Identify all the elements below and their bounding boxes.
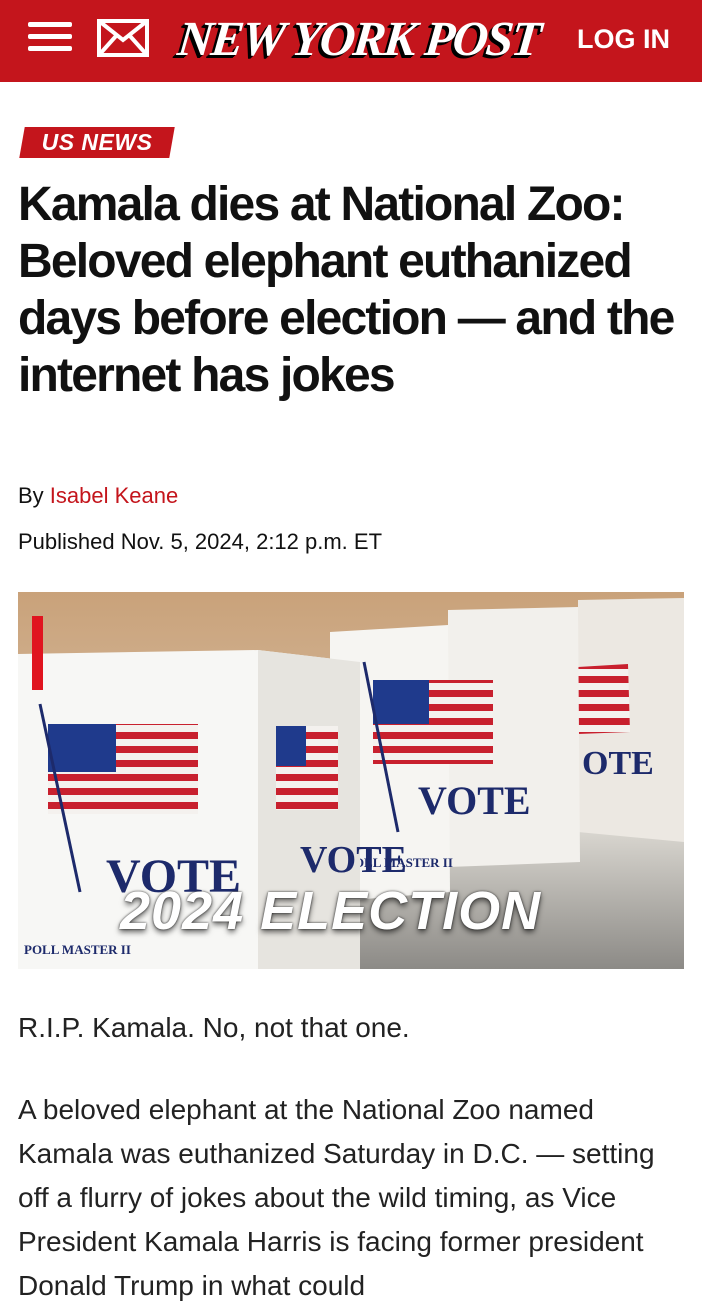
section-tag-label: US NEWS <box>41 129 153 155</box>
svg-text:VOTE: VOTE <box>300 839 407 881</box>
svg-text:VOTE: VOTE <box>418 778 531 823</box>
article-paragraph: R.I.P. Kamala. No, not that one. <box>18 1012 410 1043</box>
envelope-icon[interactable] <box>97 18 149 58</box>
section-tag[interactable]: US NEWS <box>19 127 175 158</box>
article-video[interactable]: OTE VOTE POLL MASTER II VOTE VOTE POLL M… <box>18 592 684 969</box>
byline: By Isabel Keane <box>18 483 178 509</box>
svg-text:POLL MASTER II: POLL MASTER II <box>24 942 131 957</box>
top-navigation-bar: NEW YORK POST LOG IN <box>0 0 702 82</box>
svg-text:OTE: OTE <box>582 745 654 782</box>
hamburger-menu-icon[interactable] <box>28 22 72 58</box>
publish-date: Published Nov. 5, 2024, 2:12 p.m. ET <box>18 529 383 554</box>
video-accent-bar <box>32 616 43 690</box>
new-york-post-logo[interactable]: NEW YORK POST <box>175 10 542 68</box>
article-paragraph: A beloved elephant at the National Zoo n… <box>18 1094 655 1301</box>
author-link[interactable]: Isabel Keane <box>50 483 178 508</box>
login-button[interactable]: LOG IN <box>577 22 670 56</box>
article-headline: Kamala dies at National Zoo: Beloved ele… <box>18 178 675 402</box>
byline-prefix: By <box>18 483 50 508</box>
video-overlay-title: 2024 ELECTION <box>120 881 542 941</box>
